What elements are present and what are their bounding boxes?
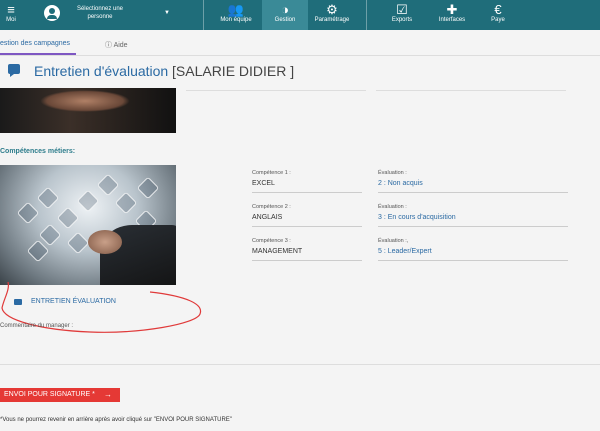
evaluation-label: Évaluation : xyxy=(378,204,407,210)
field-underline xyxy=(378,192,568,193)
nav-exports[interactable]: ☑ Exports xyxy=(382,0,422,30)
chart-icon: ◑ xyxy=(281,2,289,17)
send-for-signature-label: ENVOI POUR SIGNATURE * xyxy=(4,391,95,398)
competence-label: Compétence 1 : xyxy=(252,170,291,176)
nav-divider xyxy=(366,0,367,30)
export-icon: ☑ xyxy=(396,2,408,17)
nav-menu[interactable]: ≡ Moi xyxy=(0,0,22,30)
nav-gestion[interactable]: ◑ Gestion xyxy=(262,0,308,30)
nav-paye[interactable]: € Paye xyxy=(480,0,516,30)
nav-moi-label: Moi xyxy=(6,17,16,23)
nav-exports-label: Exports xyxy=(391,17,413,23)
manager-comment-field[interactable] xyxy=(0,364,600,365)
field-underline xyxy=(378,260,568,261)
chat-icon xyxy=(8,64,20,77)
caret-down-icon[interactable]: ▼ xyxy=(164,10,170,16)
puzzle-icon: ✚ xyxy=(446,2,458,17)
competence-label: Compétence 2 : xyxy=(252,204,291,210)
field-underline xyxy=(378,226,568,227)
evaluation-value[interactable]: 2 : Non acquis xyxy=(378,180,423,187)
signature-warning-note: *Vous ne pourrez revenir en arrière aprè… xyxy=(0,417,232,423)
competence-value: EXCEL xyxy=(252,180,275,187)
help-icon: ⓘ xyxy=(105,42,112,49)
top-navbar: ≡ Moi Sélectionnez une personne ▼ 👥 Mon … xyxy=(0,0,600,30)
page-title: Entretien d'évaluation xyxy=(34,63,169,79)
nav-paye-label: Paye xyxy=(491,17,505,23)
evaluation-value[interactable]: 3 : En cours d'acquisition xyxy=(378,214,456,221)
competence-value: MANAGEMENT xyxy=(252,248,303,255)
annotation-scribble xyxy=(1,281,202,333)
gear-icon: ⚙ xyxy=(326,2,338,17)
competence-label: Compétence 3 : xyxy=(252,238,291,244)
avatar-icon[interactable] xyxy=(44,5,60,21)
nav-interfaces-label: Interfaces xyxy=(438,17,466,23)
nav-mon-equipe[interactable]: 👥 Mon équipe xyxy=(212,0,260,30)
tab-aide[interactable]: ⓘ Aide xyxy=(105,40,128,50)
nav-mon-equipe-label: Mon équipe xyxy=(220,17,252,23)
divider xyxy=(186,90,366,91)
section-title: Compétences métiers: xyxy=(0,148,76,155)
tab-aide-label: Aide xyxy=(113,42,128,49)
employee-name: [SALARIE DIDIER ] xyxy=(172,63,295,79)
person-selector[interactable]: Sélectionnez une personne xyxy=(70,5,130,21)
field-underline xyxy=(252,260,362,261)
tabs-divider xyxy=(0,55,600,56)
tab-gestion-campagnes[interactable]: estion des campagnes xyxy=(0,40,70,47)
field-underline xyxy=(252,192,362,193)
tabs-bar: estion des campagnes ⓘ Aide xyxy=(0,34,600,54)
evaluation-label: Évaluation :, xyxy=(378,238,409,244)
evaluation-value[interactable]: 5 : Leader/Expert xyxy=(378,248,432,255)
manager-comment-label: Commentaire du manager : xyxy=(0,323,74,329)
field-underline xyxy=(252,226,362,227)
header-image xyxy=(0,88,176,133)
nav-interfaces[interactable]: ✚ Interfaces xyxy=(430,0,474,30)
nav-divider xyxy=(203,0,204,30)
evaluation-label: Évaluation : xyxy=(378,170,407,176)
nav-gestion-label: Gestion xyxy=(274,17,296,23)
group-icon: 👥 xyxy=(227,2,245,17)
arrow-right-icon: → xyxy=(104,390,112,399)
competence-value: ANGLAIS xyxy=(252,214,283,221)
send-for-signature-button[interactable]: ENVOI POUR SIGNATURE * → xyxy=(0,388,120,402)
euro-icon: € xyxy=(494,2,502,17)
nav-parametrage-label: Paramétrage xyxy=(314,17,350,23)
nav-parametrage[interactable]: ⚙ Paramétrage xyxy=(308,0,356,30)
menu-icon: ≡ xyxy=(7,2,15,17)
competences-image xyxy=(0,165,176,285)
divider xyxy=(376,90,566,91)
